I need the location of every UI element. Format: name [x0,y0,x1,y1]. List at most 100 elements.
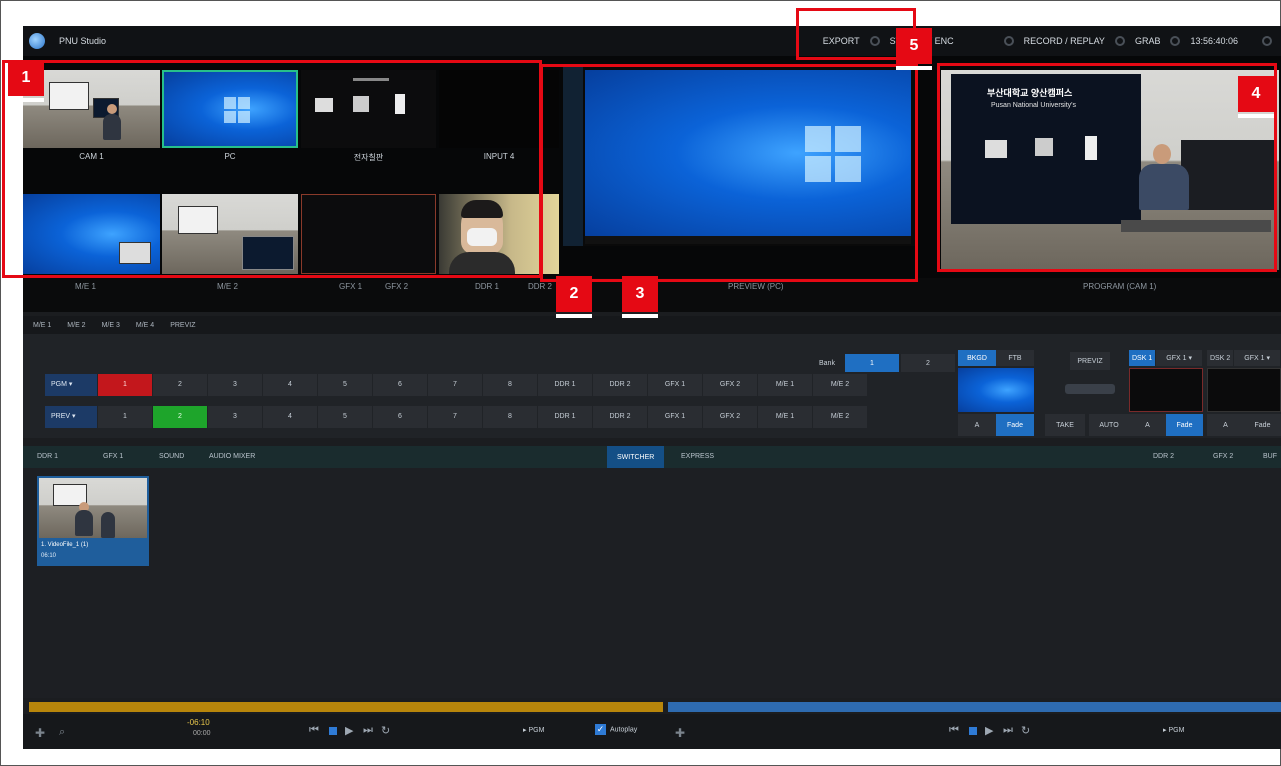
bank-2-button[interactable]: 2 [900,354,955,372]
transition-a-button[interactable]: A [958,414,996,436]
record-gear-icon[interactable] [1114,36,1125,46]
tab-gfx2[interactable]: GFX 2 [1213,453,1233,460]
transport-bar: ✚ ⌕ -06:10 00:00 ⏮ ▶ ⏭ ↻ ▸ PGM ✓ Autoplay… [23,714,1281,749]
pgm-button-me2[interactable]: M/E 2 [813,374,867,396]
dsk2-button[interactable]: DSK 2 [1207,350,1234,366]
tab-buf[interactable]: BUF [1263,453,1277,460]
ddr2-stop-icon[interactable] [969,727,977,735]
tab-sound[interactable]: SOUND [159,453,184,460]
ddr1-timecode: -06:10 [187,718,210,727]
grab-gear-icon[interactable] [1170,36,1181,46]
pgm-button-gfx2[interactable]: GFX 2 [703,374,757,396]
transition-fade-button[interactable]: Fade [996,414,1034,436]
ftb-button[interactable]: FTB [996,350,1034,366]
autoplay-check-icon[interactable]: ✓ [595,724,606,735]
tbar-handle[interactable] [1065,384,1115,394]
ddr2-prev-icon[interactable]: ⏮ [949,724,959,737]
ddr1-next-icon[interactable]: ⏭ [363,724,373,737]
pgm-button-2[interactable]: 2 [153,374,207,396]
tab-previz[interactable]: PREVIZ [170,322,195,329]
prev-button-me1[interactable]: M/E 1 [758,406,812,428]
dsk2-fade-button[interactable]: Fade [1244,414,1281,436]
pgm-button-5[interactable]: 5 [318,374,372,396]
prev-button-3[interactable]: 3 [208,406,262,428]
dsk1-fade-button[interactable]: Fade [1166,414,1203,436]
program-row: PGM ▾ 1 2 3 4 5 6 7 8 DDR 1 DDR 2 GFX 1 … [45,374,868,396]
pgm-button-7[interactable]: 7 [428,374,482,396]
pgm-row-label[interactable]: PGM ▾ [45,374,97,396]
auto-button[interactable]: AUTO [1089,414,1129,436]
tab-ddr2[interactable]: DDR 2 [1153,453,1174,460]
ddr2-progress-bar[interactable] [668,702,1281,712]
pgm-button-me1[interactable]: M/E 1 [758,374,812,396]
media-clip[interactable]: 1. VideoFile_1 (1) 06:10 [37,476,149,566]
search-icon[interactable]: ⌕ [59,726,65,739]
tab-audio-mixer[interactable]: AUDIO MIXER [209,453,255,460]
settings-gear-icon[interactable] [1262,36,1272,46]
dsk2-a-button[interactable]: A [1207,414,1244,436]
dsk1-button[interactable]: DSK 1 [1129,350,1156,366]
prev-button-1[interactable]: 1 [98,406,152,428]
dsk2-source-select[interactable]: GFX 1 ▾ [1234,350,1280,366]
ddr2-loop-icon[interactable]: ↻ [1021,724,1030,737]
transition-thumbnail [958,368,1034,412]
annotation-badge-1: 1 [8,60,44,102]
prev-row-label[interactable]: PREV ▾ [45,406,97,428]
prev-button-4[interactable]: 4 [263,406,317,428]
ddr1-prev-icon[interactable]: ⏮ [309,724,319,737]
dsk1-source-select[interactable]: GFX 1 ▾ [1156,350,1202,366]
tab-gfx1[interactable]: GFX 1 [103,453,123,460]
ddr1-loop-icon[interactable]: ↻ [381,724,390,737]
record-button[interactable]: RECORD / REPLAY [1024,36,1105,46]
bkgd-button[interactable]: BKGD [958,350,996,366]
annotation-badge-4: 4 [1238,76,1274,118]
stream-gear-icon[interactable] [1003,36,1014,46]
ddr2-play-icon[interactable]: ▶ [985,724,993,737]
preview-row: PREV ▾ 1 2 3 4 5 6 7 8 DDR 1 DDR 2 GFX 1… [45,406,868,428]
prev-button-6[interactable]: 6 [373,406,427,428]
pgm-button-6[interactable]: 6 [373,374,427,396]
pgm-button-ddr1[interactable]: DDR 1 [538,374,592,396]
ddr2-next-icon[interactable]: ⏭ [1003,724,1013,737]
ddr1-progress-bar[interactable] [29,702,663,712]
prev-button-2[interactable]: 2 [153,406,207,428]
prev-button-7[interactable]: 7 [428,406,482,428]
ddr2-pgm-button[interactable]: ▸ PGM [1163,726,1184,734]
prev-button-5[interactable]: 5 [318,406,372,428]
pgm-button-gfx1[interactable]: GFX 1 [648,374,702,396]
label-ddr1: DDR 1 [475,282,500,291]
tab-me1[interactable]: M/E 1 [33,322,51,329]
previz-button[interactable]: PREVIZ [1070,352,1110,370]
prev-button-ddr2[interactable]: DDR 2 [593,406,647,428]
pgm-button-8[interactable]: 8 [483,374,537,396]
prev-button-me2[interactable]: M/E 2 [813,406,867,428]
add-clip-icon[interactable]: ✚ [35,726,45,740]
ddr2-add-clip-icon[interactable]: ✚ [675,726,685,740]
grab-button[interactable]: GRAB [1135,36,1161,46]
tab-me4[interactable]: M/E 4 [136,322,154,329]
label-preview: PREVIEW (PC) [728,282,784,291]
prev-button-8[interactable]: 8 [483,406,537,428]
tab-switcher[interactable]: SWITCHER [607,446,665,468]
bank-1-button[interactable]: 1 [844,354,899,372]
tab-express[interactable]: EXPRESS [681,453,714,460]
ddr1-stop-icon[interactable] [329,727,337,735]
pgm-button-ddr2[interactable]: DDR 2 [593,374,647,396]
prev-button-gfx2[interactable]: GFX 2 [703,406,757,428]
annotation-box-2-3 [540,64,918,282]
take-button[interactable]: TAKE [1045,414,1085,436]
pgm-button-3[interactable]: 3 [208,374,262,396]
tab-me2[interactable]: M/E 2 [67,322,85,329]
ddr1-pgm-button[interactable]: ▸ PGM [523,726,544,734]
previz-panel: PREVIZ TAKE AUTO [1045,352,1135,436]
autoplay-toggle[interactable]: ✓ Autoplay [595,724,637,735]
tab-me3[interactable]: M/E 3 [102,322,120,329]
prev-button-gfx1[interactable]: GFX 1 [648,406,702,428]
pgm-button-1[interactable]: 1 [98,374,152,396]
tab-ddr1[interactable]: DDR 1 [37,453,58,460]
prev-button-ddr1[interactable]: DDR 1 [538,406,592,428]
annotation-badge-5: 5 [896,28,932,70]
ddr1-play-icon[interactable]: ▶ [345,724,353,737]
pgm-button-4[interactable]: 4 [263,374,317,396]
dsk1-a-button[interactable]: A [1129,414,1166,436]
